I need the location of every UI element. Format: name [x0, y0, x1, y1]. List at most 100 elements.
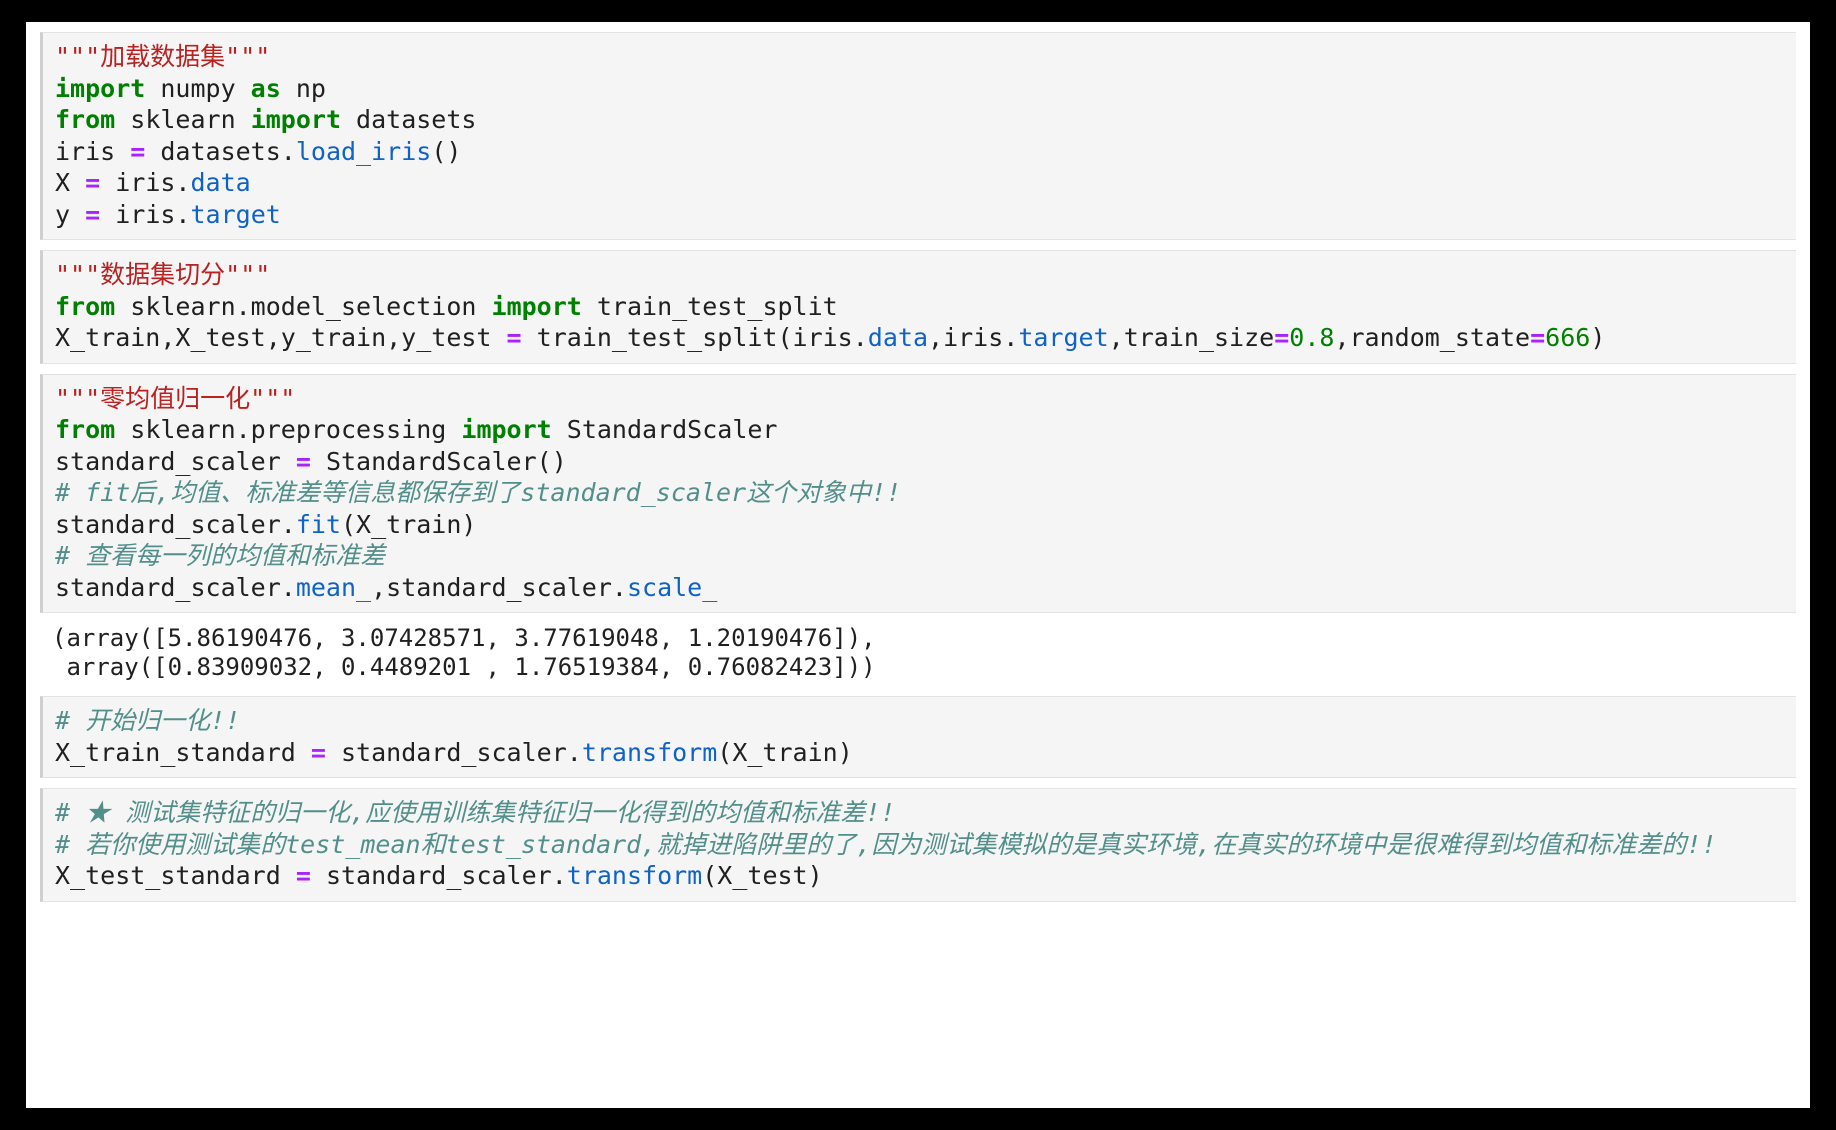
cell-output-mean-scale: (array([5.86190476, 3.07428571, 3.776190… [40, 619, 1796, 688]
notebook-container: """加载数据集"""import numpy as npfrom sklear… [26, 22, 1810, 1108]
token-plain: iris [55, 137, 130, 166]
token-cmt: # fit后,均值、标准差等信息都保存到了standard_scaler这个对象… [55, 478, 901, 507]
cell-transform-train[interactable]: # 开始归一化!!X_train_standard = standard_sca… [40, 696, 1796, 778]
token-plain: ,iris. [928, 323, 1018, 352]
token-plain: (X_test) [702, 861, 822, 890]
code-line: standard_scaler.fit(X_train) [55, 509, 1790, 541]
token-fn: mean_ [296, 573, 371, 602]
cell-standard-scaler[interactable]: """零均值归一化"""from sklearn.preprocessing i… [40, 374, 1796, 614]
code-line: from sklearn.model_selection import trai… [55, 291, 1790, 323]
token-kw: import [251, 105, 341, 134]
token-fn: load_iris [296, 137, 431, 166]
token-plain: standard_scaler [55, 447, 296, 476]
token-fn: data [190, 168, 250, 197]
token-op: = [1274, 323, 1289, 352]
code-line: """零均值归一化""" [55, 383, 1790, 415]
token-kw: import [461, 415, 551, 444]
token-plain: ,train_size [1109, 323, 1275, 352]
code-line: X_train,X_test,y_train,y_test = train_te… [55, 322, 1790, 354]
token-plain: (X_train) [341, 510, 476, 539]
token-fn: target [190, 200, 280, 229]
token-kw: from [55, 415, 115, 444]
token-plain: StandardScaler() [311, 447, 567, 476]
code-line: iris = datasets.load_iris() [55, 136, 1790, 168]
token-op: = [85, 200, 100, 229]
token-kw: from [55, 105, 115, 134]
token-plain: X_test_standard [55, 861, 296, 890]
code-line: standard_scaler.mean_,standard_scaler.sc… [55, 572, 1790, 604]
token-kw: as [251, 74, 281, 103]
code-line: # 查看每一列的均值和标准差 [55, 540, 1790, 572]
token-kw: import [492, 292, 582, 321]
token-plain: array([0.83909032, 0.4489201 , 1.7651938… [52, 653, 876, 681]
token-fn: transform [582, 738, 717, 767]
token-plain: iris. [100, 200, 190, 229]
token-op: = [296, 861, 311, 890]
token-plain: () [431, 137, 461, 166]
token-plain: sklearn.model_selection [115, 292, 491, 321]
token-plain: X [55, 168, 85, 197]
token-plain: sklearn [115, 105, 250, 134]
token-op: = [130, 137, 145, 166]
token-plain: (array([5.86190476, 3.07428571, 3.776190… [52, 624, 876, 652]
token-plain: datasets. [145, 137, 296, 166]
token-plain: (X_train) [717, 738, 852, 767]
token-op: = [507, 323, 522, 352]
token-plain: ) [1590, 323, 1605, 352]
token-plain: standard_scaler. [311, 861, 567, 890]
cell-transform-test[interactable]: # ★ 测试集特征的归一化,应使用训练集特征归一化得到的均值和标准差!!# 若你… [40, 788, 1796, 902]
code-line: X_train_standard = standard_scaler.trans… [55, 737, 1790, 769]
cell-load-dataset[interactable]: """加载数据集"""import numpy as npfrom sklear… [40, 32, 1796, 240]
token-op: = [1530, 323, 1545, 352]
token-cmt: # 若你使用测试集的test_mean和test_standard,就掉进陷阱里… [55, 830, 1717, 859]
token-plain: y [55, 200, 85, 229]
token-plain: StandardScaler [552, 415, 778, 444]
token-kw: from [55, 292, 115, 321]
token-fn: target [1018, 323, 1108, 352]
token-fn: data [868, 323, 928, 352]
token-kw: import [55, 74, 145, 103]
token-plain: X_train,X_test,y_train,y_test [55, 323, 507, 352]
token-plain: sklearn.preprocessing [115, 415, 461, 444]
token-plain: iris. [100, 168, 190, 197]
token-doc: """数据集切分""" [55, 260, 270, 289]
code-line: # ★ 测试集特征的归一化,应使用训练集特征归一化得到的均值和标准差!! [55, 797, 1790, 829]
token-plain: train_test_split(iris. [522, 323, 868, 352]
token-op: = [311, 738, 326, 767]
token-plain: numpy [145, 74, 250, 103]
token-doc: """加载数据集""" [55, 42, 270, 71]
token-cmt: # 查看每一列的均值和标准差 [55, 541, 385, 570]
code-line: """加载数据集""" [55, 41, 1790, 73]
token-op: = [85, 168, 100, 197]
code-line: from sklearn.preprocessing import Standa… [55, 414, 1790, 446]
output-line: (array([5.86190476, 3.07428571, 3.776190… [52, 624, 1790, 653]
token-fn: transform [567, 861, 702, 890]
token-plain: ,random_state [1334, 323, 1530, 352]
token-plain: standard_scaler. [326, 738, 582, 767]
token-plain: standard_scaler. [55, 510, 296, 539]
token-cmt: # 开始归一化!! [55, 706, 240, 735]
token-num: 0.8 [1289, 323, 1334, 352]
code-line: # fit后,均值、标准差等信息都保存到了standard_scaler这个对象… [55, 477, 1790, 509]
code-line: standard_scaler = StandardScaler() [55, 446, 1790, 478]
token-num: 666 [1545, 323, 1590, 352]
output-line: array([0.83909032, 0.4489201 , 1.7651938… [52, 653, 1790, 682]
token-plain: np [281, 74, 326, 103]
code-line: X = iris.data [55, 167, 1790, 199]
code-line: # 若你使用测试集的test_mean和test_standard,就掉进陷阱里… [55, 829, 1790, 861]
code-line: # 开始归一化!! [55, 705, 1790, 737]
token-plain: X_train_standard [55, 738, 311, 767]
token-op: = [296, 447, 311, 476]
token-plain: train_test_split [582, 292, 838, 321]
code-line: X_test_standard = standard_scaler.transf… [55, 860, 1790, 892]
token-plain: ,standard_scaler. [371, 573, 627, 602]
cell-train-test-split[interactable]: """数据集切分"""from sklearn.model_selection … [40, 250, 1796, 364]
code-line: """数据集切分""" [55, 259, 1790, 291]
code-line: y = iris.target [55, 199, 1790, 231]
token-fn: scale_ [627, 573, 717, 602]
code-line: from sklearn import datasets [55, 104, 1790, 136]
token-plain: datasets [341, 105, 476, 134]
token-fn: fit [296, 510, 341, 539]
token-doc: """零均值归一化""" [55, 384, 295, 413]
code-line: import numpy as np [55, 73, 1790, 105]
